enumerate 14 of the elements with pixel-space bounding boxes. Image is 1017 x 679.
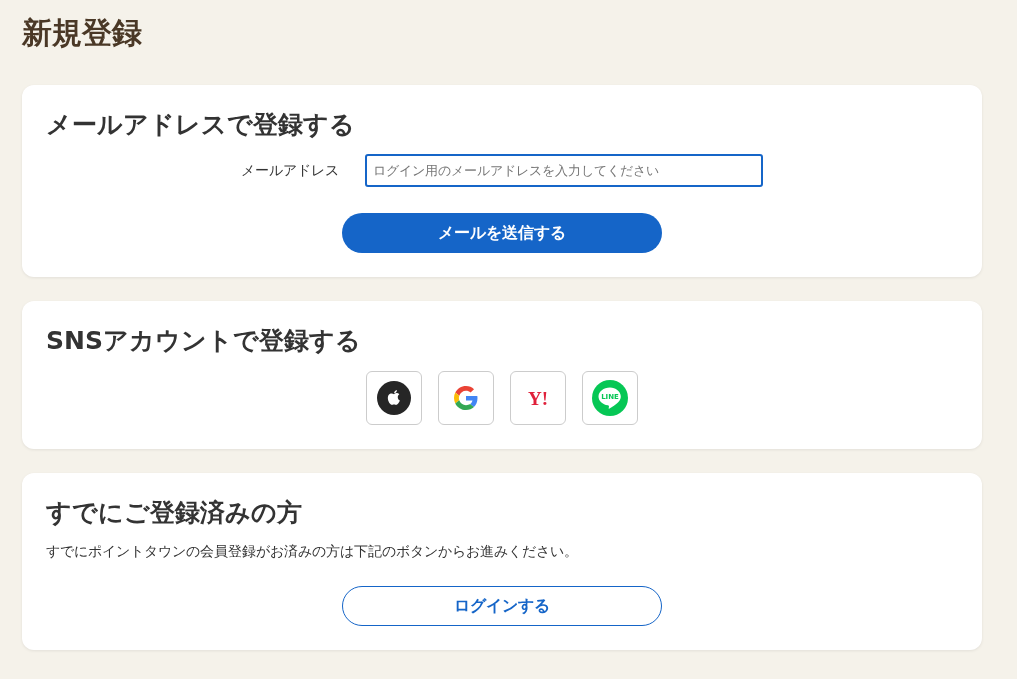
section-heading: すでにご登録済みの方 [46,497,302,529]
sns-signup-button[interactable] [366,371,422,425]
sns-signup-button[interactable]: Y! [510,371,566,425]
section-heading: SNSアカウントで登録する [46,325,361,357]
yahoo-logo-icon: Y! [523,389,553,407]
login-button[interactable]: ログインする [342,586,662,626]
send-email-button[interactable]: メールを送信する [342,213,662,253]
page-title: 新規登録 [22,14,142,52]
field-label: メールアドレス [241,161,339,180]
google-logo-icon [454,386,478,410]
description-text: すでにポイントタウンの会員登録がお済みの方は下記のボタンからお進みください。 [46,542,578,561]
apple-logo-icon [377,381,411,415]
section-heading: メールアドレスで登録する [46,109,355,141]
email-input[interactable]: ログイン用のメールアドレスを入力してください [365,154,763,187]
